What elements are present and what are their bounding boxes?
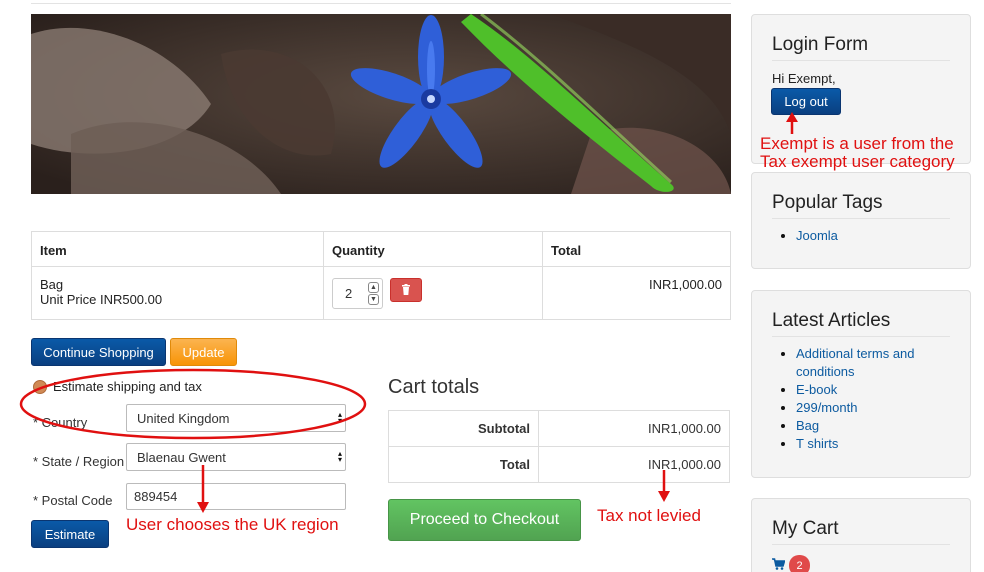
cart-count-badge: 2 (789, 555, 810, 572)
my-cart-module: My Cart 2 (751, 498, 971, 572)
select-arrows-icon: ▴ ▾ (337, 449, 342, 464)
delete-item-button[interactable] (389, 278, 422, 302)
column-header-item: Item (31, 231, 324, 267)
shopping-cart-icon (772, 558, 786, 572)
table-row: Bag Unit Price INR500.00 2 ▲ ▼ INR1,000.… (31, 266, 731, 320)
tags-list: Joomla (796, 227, 950, 245)
annotation-line: Exempt is a user from the (760, 134, 954, 153)
article-link[interactable]: Bag (796, 418, 819, 433)
stepper-down-icon[interactable]: ▼ (368, 294, 379, 305)
greeting-text: Hi Exempt, (772, 71, 836, 86)
latest-articles-module: Latest Articles Additional terms and con… (751, 290, 971, 478)
select-arrows-icon: ▴ ▾ (337, 410, 342, 425)
country-value: United Kingdom (137, 410, 230, 426)
annotation-line: Tax exempt user category (760, 152, 955, 171)
quantity-value: 2 (345, 286, 353, 301)
article-link[interactable]: T shirts (796, 436, 838, 451)
item-name: Bag (40, 277, 64, 292)
table-row: Subtotal INR1,000.00 (388, 410, 730, 447)
stepper-arrows-icon[interactable]: ▲ ▼ (368, 282, 379, 305)
collapse-icon (33, 379, 47, 394)
list-item: Joomla (796, 227, 950, 245)
total-label: Total (388, 446, 539, 483)
cart-table: Item Quantity Total Bag Unit Price INR50… (31, 231, 731, 320)
country-select[interactable]: United Kingdom ▴ ▾ (126, 404, 346, 432)
login-form-title: Login Form (772, 34, 950, 61)
item-cell: Bag Unit Price INR500.00 (31, 266, 324, 320)
estimate-heading: Estimate shipping and tax (53, 379, 202, 394)
quantity-cell: 2 ▲ ▼ (323, 266, 543, 320)
state-select[interactable]: Blaenau Gwent ▴ ▾ (126, 443, 346, 471)
proceed-to-checkout-button[interactable]: Proceed to Checkout (388, 499, 581, 541)
top-divider (31, 3, 731, 4)
total-value: INR1,000.00 (538, 446, 730, 483)
column-header-quantity: Quantity (323, 231, 543, 267)
popular-tags-title: Popular Tags (772, 192, 950, 219)
totals-table: Subtotal INR1,000.00 Total INR1,000.00 (388, 410, 730, 483)
column-header-total: Total (542, 231, 731, 267)
list-item: 299/month (796, 399, 950, 417)
list-item: Bag (796, 417, 950, 435)
annotation-tax-not-levied: Tax not levied (597, 506, 701, 525)
list-item: T shirts (796, 435, 950, 453)
table-row: Total INR1,000.00 (388, 446, 730, 483)
article-link[interactable]: Additional terms and conditions (796, 346, 915, 379)
subtotal-label: Subtotal (388, 410, 539, 447)
state-label: * State / Region (33, 454, 125, 469)
continue-shopping-button[interactable]: Continue Shopping (31, 338, 166, 366)
list-item: E-book (796, 381, 950, 399)
article-link[interactable]: E-book (796, 382, 837, 397)
list-item: Additional terms and conditions (796, 345, 950, 381)
quantity-stepper[interactable]: 2 ▲ ▼ (332, 278, 383, 309)
state-value: Blaenau Gwent (137, 449, 226, 465)
item-total: INR1,000.00 (542, 266, 731, 320)
item-unit-price: Unit Price INR500.00 (40, 292, 163, 307)
postal-code-input[interactable]: 889454 (126, 483, 346, 510)
stepper-up-icon[interactable]: ▲ (368, 282, 379, 293)
article-link[interactable]: 299/month (796, 400, 857, 415)
subtotal-value: INR1,000.00 (538, 410, 730, 447)
logout-button[interactable]: Log out (771, 88, 841, 115)
annotation-uk-region: User chooses the UK region (126, 515, 339, 534)
postal-label: * Postal Code (33, 493, 113, 508)
trash-icon (401, 283, 411, 297)
cart-totals-title: Cart totals (388, 376, 480, 398)
my-cart-title: My Cart (772, 518, 950, 545)
mini-cart-link[interactable]: 2 (772, 555, 950, 572)
update-button[interactable]: Update (170, 338, 237, 366)
latest-articles-title: Latest Articles (772, 310, 950, 337)
annotation-exempt-user: Exempt is a user from the Tax exempt use… (760, 135, 955, 171)
popular-tags-module: Popular Tags Joomla (751, 172, 971, 269)
articles-list: Additional terms and conditions E-book 2… (796, 345, 950, 453)
country-label: * Country (33, 415, 88, 430)
tag-link-joomla[interactable]: Joomla (796, 228, 838, 243)
estimate-toggle[interactable]: Estimate shipping and tax (33, 379, 202, 394)
banner-image (31, 14, 731, 194)
estimate-button[interactable]: Estimate (31, 520, 109, 548)
